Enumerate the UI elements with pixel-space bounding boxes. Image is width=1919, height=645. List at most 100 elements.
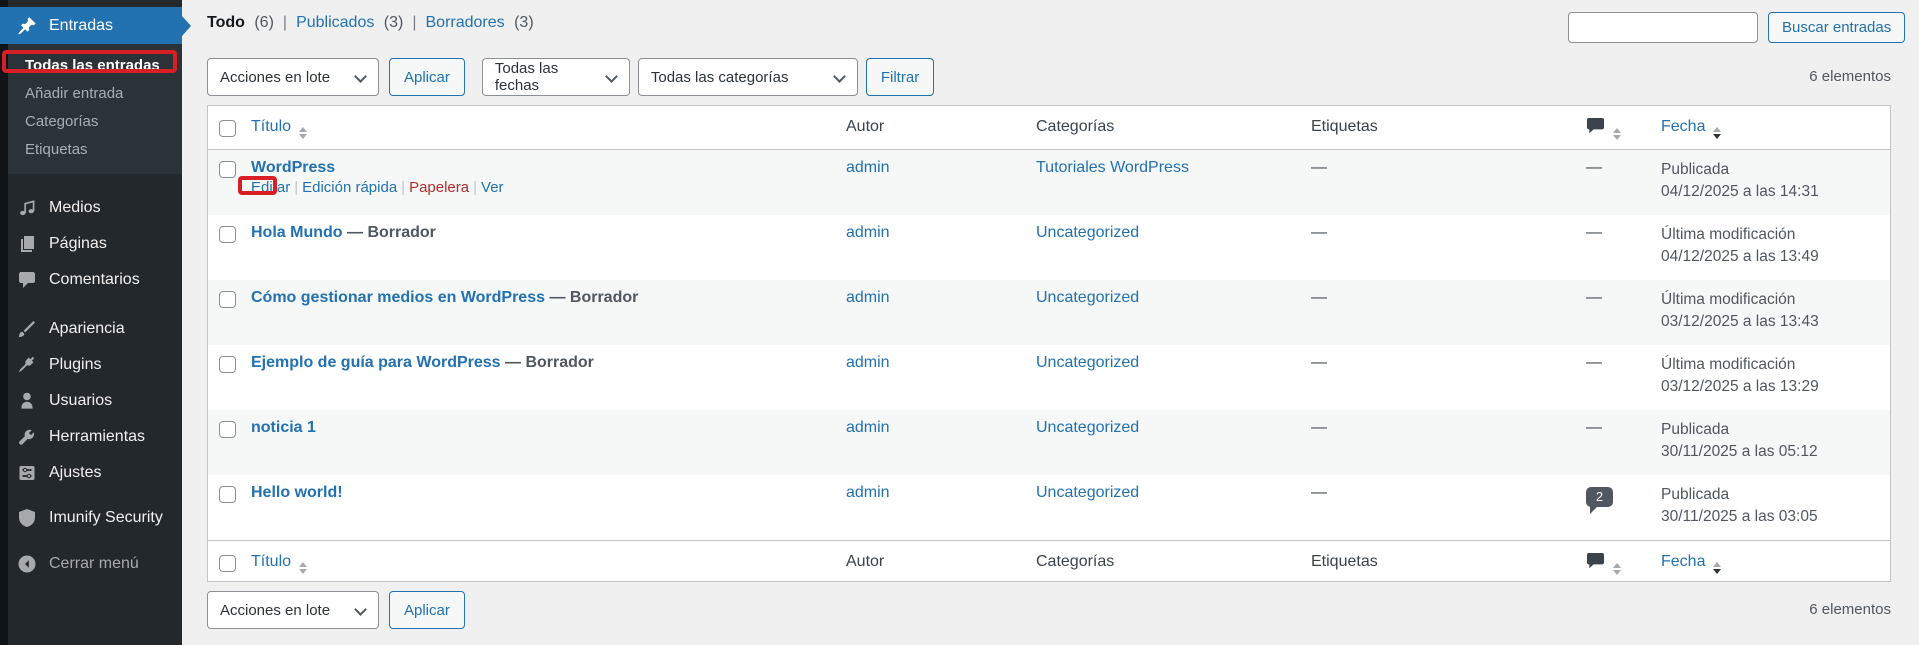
row-action-edici-n-r-pida[interactable]: Edición rápida — [302, 179, 397, 196]
date-status: Publicada — [1661, 159, 1890, 181]
table-footer-row: Título Autor Categorías Etiquetas Fecha — [208, 540, 1890, 581]
sidebar-item-plugins[interactable]: Plugins — [0, 347, 182, 383]
sidebar-item-herramientas[interactable]: Herramientas — [0, 419, 182, 455]
dates-filter-select[interactable]: Todas las fechas — [482, 58, 630, 96]
submenu-item-categor-as[interactable]: Categorías — [0, 108, 182, 136]
row-checkbox[interactable] — [219, 421, 236, 438]
author-link[interactable]: admin — [846, 224, 890, 241]
search-posts-button[interactable]: Buscar entradas — [1768, 12, 1905, 43]
collapse-icon — [17, 554, 37, 574]
author-header: Autor — [846, 541, 1036, 581]
sidebar-item-label: Páginas — [49, 235, 107, 253]
post-title-link[interactable]: Ejemplo de guía para WordPress — [251, 354, 501, 371]
row-checkbox[interactable] — [219, 226, 236, 243]
row-checkbox[interactable] — [219, 161, 236, 178]
row-action-papelera[interactable]: Papelera — [409, 179, 469, 196]
sidebar-item-apariencia[interactable]: Apariencia — [0, 311, 182, 347]
top-filter-bar: Acciones en lote Aplicar Todas las fecha… — [207, 58, 934, 96]
table-row: WordPress Editar|Edición rápida|Papelera… — [208, 150, 1890, 215]
bulk-actions-select-bottom[interactable]: Acciones en lote — [207, 591, 379, 629]
bulk-actions-select[interactable]: Acciones en lote — [207, 58, 379, 96]
submenu-item-a-adir-entrada[interactable]: Añadir entrada — [0, 80, 182, 108]
author-link[interactable]: admin — [846, 419, 890, 436]
sidebar-item-label: Ajustes — [49, 464, 101, 482]
sidebar-item-entradas[interactable]: Entradas — [0, 7, 182, 44]
tab-publicados[interactable]: Publicados (3) — [296, 14, 403, 32]
comments-header-icon[interactable] — [1586, 553, 1605, 570]
post-title-link[interactable]: Hello world! — [251, 484, 343, 501]
post-title-link[interactable]: noticia 1 — [251, 419, 316, 436]
post-title-link[interactable]: WordPress — [251, 159, 335, 176]
tags-cell: — — [1311, 410, 1586, 475]
table-row: Hola Mundo — Borrador admin Uncategorize… — [208, 215, 1890, 280]
author-header: Autor — [846, 106, 1036, 149]
date-value: 03/12/2025 a las 13:43 — [1661, 311, 1890, 333]
author-link[interactable]: admin — [846, 289, 890, 306]
sort-date-header[interactable]: Fecha — [1661, 553, 1705, 570]
tab-borradores[interactable]: Borradores (3) — [426, 14, 534, 32]
comment-count-bubble[interactable]: 2 — [1586, 487, 1613, 507]
sort-arrows-icon — [1613, 128, 1621, 140]
active-menu-arrow — [182, 16, 191, 36]
appearance-icon — [17, 319, 37, 339]
apply-button[interactable]: Aplicar — [389, 58, 465, 96]
search-input[interactable] — [1568, 12, 1758, 43]
sidebar-item-label: Apariencia — [49, 320, 125, 338]
bulk-actions-value: Acciones en lote — [220, 602, 330, 619]
tags-cell: — — [1311, 150, 1586, 215]
bulk-actions-value: Acciones en lote — [220, 69, 330, 86]
comments-cell: — — [1586, 345, 1656, 410]
date-status: Última modificación — [1661, 354, 1890, 376]
category-link[interactable]: Uncategorized — [1036, 484, 1139, 501]
submenu-item-etiquetas[interactable]: Etiquetas — [0, 136, 182, 164]
comments-header-icon[interactable] — [1586, 118, 1605, 135]
author-link[interactable]: admin — [846, 159, 890, 176]
post-title-link[interactable]: Cómo gestionar medios en WordPress — [251, 289, 545, 306]
row-action-editar[interactable]: Editar — [251, 179, 290, 196]
media-icon — [17, 198, 37, 218]
sort-title-header[interactable]: Título — [251, 118, 291, 135]
author-link[interactable]: admin — [846, 484, 890, 501]
sidebar-item-label: Medios — [49, 199, 101, 217]
row-checkbox[interactable] — [219, 356, 236, 373]
sidebar-item-comentarios[interactable]: Comentarios — [0, 262, 182, 298]
sidebar-item-usuarios[interactable]: Usuarios — [0, 383, 182, 419]
row-action-ver[interactable]: Ver — [481, 179, 504, 196]
tags-header: Etiquetas — [1311, 541, 1586, 581]
select-all-checkbox[interactable] — [219, 120, 236, 137]
sort-title-header[interactable]: Título — [251, 553, 291, 570]
comments-icon — [17, 270, 37, 290]
comments-cell: — — [1586, 410, 1656, 475]
post-title-link[interactable]: Hola Mundo — [251, 224, 343, 241]
tab-todo[interactable]: Todo (6) — [207, 14, 274, 32]
shield-icon — [17, 508, 37, 528]
sort-date-header[interactable]: Fecha — [1661, 118, 1705, 135]
sidebar-item-cerrar-men-[interactable]: Cerrar menú — [0, 546, 182, 582]
submenu-item-todas-las-entradas[interactable]: Todas las entradas — [0, 52, 182, 80]
author-link[interactable]: admin — [846, 354, 890, 371]
date-value: 30/11/2025 a las 05:12 — [1661, 441, 1890, 463]
sidebar-item-label: Cerrar menú — [49, 555, 139, 573]
category-link[interactable]: Uncategorized — [1036, 354, 1139, 371]
tags-header: Etiquetas — [1311, 106, 1586, 149]
select-all-checkbox[interactable] — [219, 555, 236, 572]
table-body: WordPress Editar|Edición rápida|Papelera… — [208, 150, 1890, 540]
sidebar-item-imunify-security[interactable]: Imunify Security — [0, 500, 182, 536]
sidebar-item-p-ginas[interactable]: Páginas — [0, 226, 182, 262]
sidebar-edge-strip — [0, 0, 8, 645]
sidebar-item-label: Imunify Security — [49, 509, 163, 527]
bottom-filter-bar: Acciones en lote Aplicar — [207, 591, 465, 629]
category-link[interactable]: Uncategorized — [1036, 419, 1139, 436]
categories-header: Categorías — [1036, 541, 1311, 581]
date-status: Publicada — [1661, 484, 1890, 506]
category-link[interactable]: Tutoriales WordPress — [1036, 159, 1189, 176]
category-link[interactable]: Uncategorized — [1036, 289, 1139, 306]
row-checkbox[interactable] — [219, 291, 236, 308]
sidebar-item-medios[interactable]: Medios — [0, 190, 182, 226]
filter-button[interactable]: Filtrar — [866, 58, 934, 96]
row-checkbox[interactable] — [219, 486, 236, 503]
categories-filter-select[interactable]: Todas las categorías — [638, 58, 858, 96]
apply-button-bottom[interactable]: Aplicar — [389, 591, 465, 629]
sidebar-item-ajustes[interactable]: Ajustes — [0, 455, 182, 491]
category-link[interactable]: Uncategorized — [1036, 224, 1139, 241]
